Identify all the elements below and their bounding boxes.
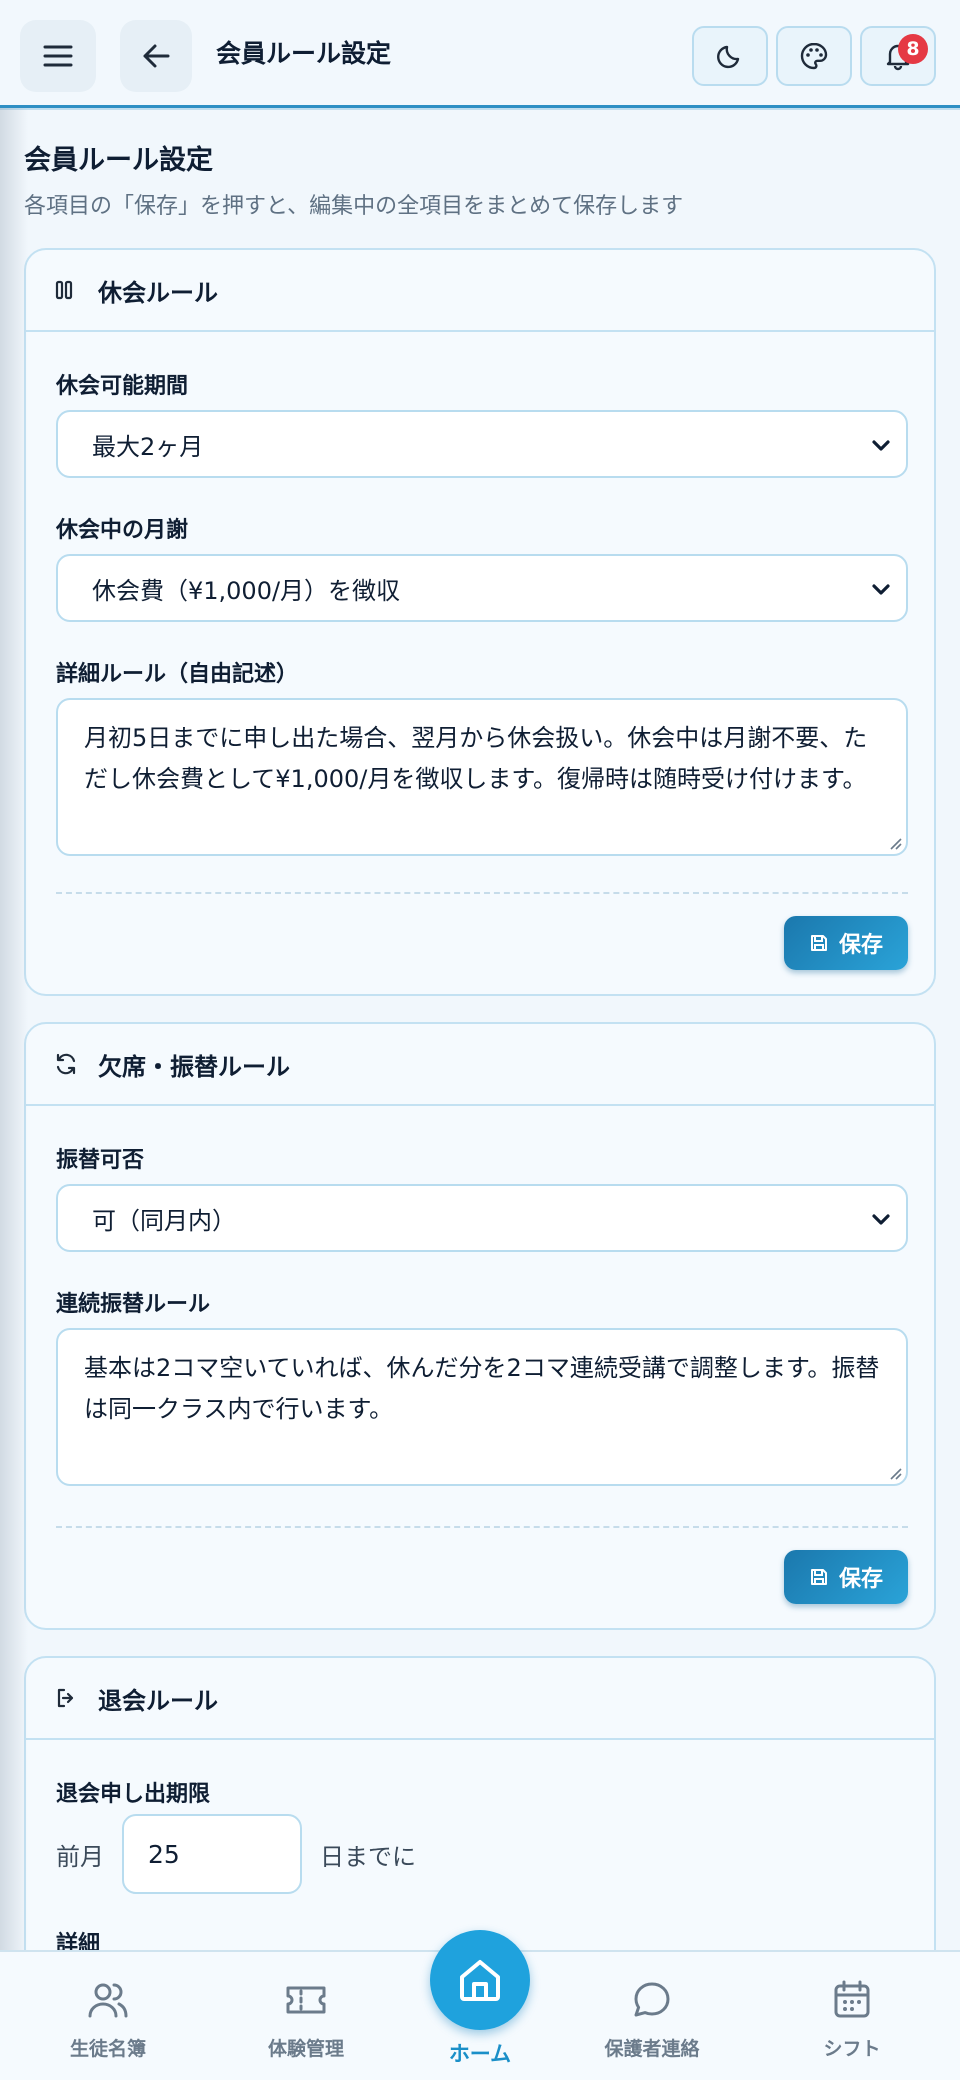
chevron-down-icon (872, 1214, 890, 1225)
app-header: 会員ルール設定 8 (0, 0, 960, 108)
nav-parents[interactable]: 保護者連絡 (572, 1980, 732, 2061)
period-select[interactable]: 最大2ヶ月 (56, 410, 908, 478)
consecutive-label: 連続振替ルール (56, 1292, 211, 1317)
menu-button[interactable] (20, 20, 96, 92)
nav-home-label: ホーム (448, 2042, 512, 2066)
pause-icon (54, 277, 80, 303)
floppy-disk-icon (809, 933, 829, 953)
nav-label: 生徒名簿 (69, 2038, 146, 2060)
users-icon (88, 1983, 128, 2018)
notifications-button[interactable]: 8 (860, 26, 936, 86)
card-header: 退会ルール (26, 1658, 934, 1740)
divider (56, 892, 908, 894)
save-button-label: 保存 (838, 933, 883, 958)
page-subtitle: 各項目の「保存」を押すと、編集中の全項目をまとめて保存します (24, 194, 684, 219)
makeup-allow-label: 振替可否 (56, 1148, 145, 1173)
period-select-value: 最大2ヶ月 (92, 432, 204, 461)
chevron-down-icon (872, 440, 890, 451)
calendar-icon (834, 1980, 870, 2018)
moon-icon (717, 45, 740, 69)
floppy-disk-icon (809, 1567, 829, 1587)
deadline-row: 前月 25 日までに (56, 1814, 416, 1894)
save-button-label: 保存 (838, 1567, 883, 1592)
nav-label: 体験管理 (267, 2038, 344, 2060)
card-title: 休会ルール (98, 278, 218, 307)
nav-label: シフト (823, 2038, 881, 2060)
nav-shift[interactable]: シフト (772, 1980, 932, 2061)
card-header: 休会ルール (26, 250, 934, 332)
detail-label: 詳細ルール（自由記述） (56, 662, 299, 687)
palette-icon (800, 42, 828, 70)
makeup-rules-card: 欠席・振替ルール 振替可否 可（同月内） 連続振替ルール 基本は2コマ空いていれ… (24, 1022, 936, 1630)
nav-label: 保護者連絡 (604, 2038, 700, 2060)
home-icon (460, 1960, 500, 2001)
nav-trial[interactable]: 体験管理 (226, 1980, 386, 2061)
save-button[interactable]: 保存 (784, 916, 908, 970)
page-title: 会員ルール設定 (24, 145, 213, 176)
makeup-allow-select[interactable]: 可（同月内） (56, 1184, 908, 1252)
nav-home-button[interactable] (430, 1930, 530, 2030)
ticket-icon (286, 1986, 326, 2014)
resize-grip-icon[interactable] (888, 1466, 902, 1480)
makeup-allow-value: 可（同月内） (92, 1206, 236, 1235)
consecutive-text: 基本は2コマ空いていれば、休んだ分を2コマ連続受講で調整します。振替は同一クラス… (84, 1354, 880, 1423)
back-button[interactable] (120, 20, 192, 92)
header-title: 会員ルール設定 (216, 39, 392, 68)
fee-label: 休会中の月謝 (56, 518, 189, 543)
back-arrow-icon (143, 44, 170, 68)
menu-icon (43, 45, 73, 67)
save-button[interactable]: 保存 (784, 1550, 908, 1604)
notification-badge: 8 (898, 34, 928, 64)
consecutive-textarea[interactable]: 基本は2コマ空いていれば、休んだ分を2コマ連続受講で調整します。振替は同一クラス… (56, 1328, 908, 1486)
resize-grip-icon[interactable] (888, 836, 902, 850)
palette-button[interactable] (776, 26, 852, 86)
card-title: 退会ルール (98, 1686, 218, 1715)
divider (56, 1526, 908, 1528)
card-title: 欠席・振替ルール (98, 1052, 290, 1081)
chevron-down-icon (872, 584, 890, 595)
deadline-label: 退会申し出期限 (56, 1782, 211, 1807)
detail-text: 月初5日までに申し出た場合、翌月から休会扱い。休会中は月謝不要、ただし休会費とし… (84, 724, 868, 793)
suspension-rules-card: 休会ルール 休会可能期間 最大2ヶ月 休会中の月謝 休会費（¥1,000/月）を… (24, 248, 936, 996)
deadline-suffix: 日までに (320, 1842, 416, 1871)
detail-textarea[interactable]: 月初5日までに申し出た場合、翌月から休会扱い。休会中は月謝不要、ただし休会費とし… (56, 698, 908, 856)
chat-bubble-icon (634, 1982, 670, 2017)
period-label: 休会可能期間 (56, 374, 189, 399)
nav-students[interactable]: 生徒名簿 (28, 1980, 188, 2061)
card-header: 欠席・振替ルール (26, 1024, 934, 1106)
fee-select-value: 休会費（¥1,000/月）を徴収 (92, 576, 401, 605)
refresh-icon (54, 1051, 80, 1077)
fee-select[interactable]: 休会費（¥1,000/月）を徴収 (56, 554, 908, 622)
deadline-day-input[interactable]: 25 (122, 1814, 302, 1894)
logout-icon (54, 1685, 80, 1711)
theme-toggle-button[interactable] (692, 26, 768, 86)
deadline-prefix: 前月 (56, 1842, 104, 1871)
